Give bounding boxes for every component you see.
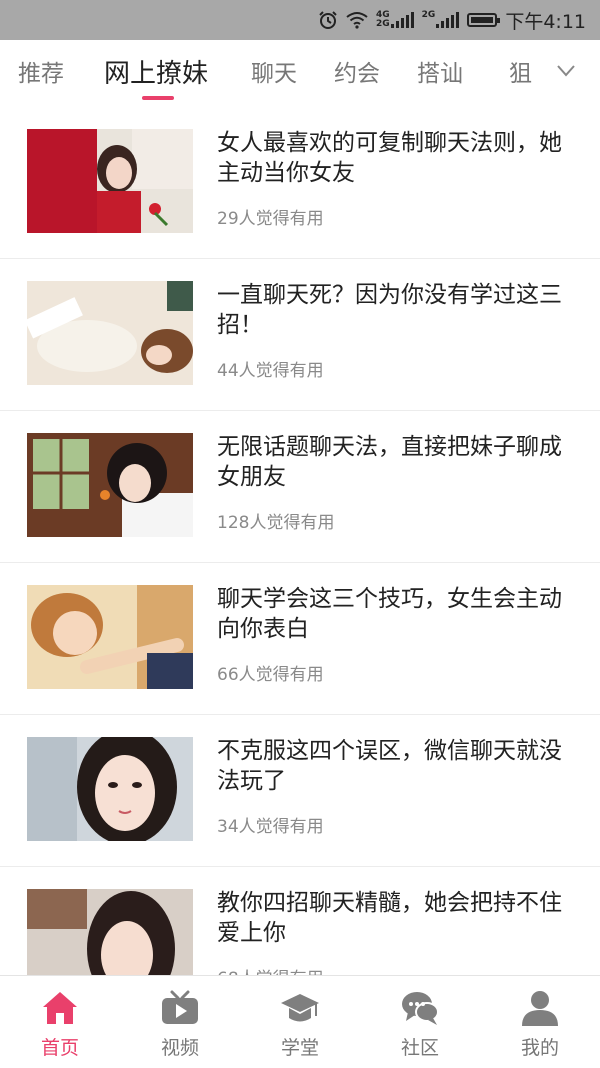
tab-recommend[interactable]: 推荐: [18, 40, 64, 108]
status-time: 下午4:11: [505, 10, 586, 33]
nav-label: 首页: [40, 1037, 79, 1059]
chevron-down-icon[interactable]: [556, 64, 576, 78]
article-likes: 34人觉得有用: [217, 817, 324, 837]
article-item[interactable]: 无限话题聊天法，直接把妹子聊成女朋友 128人觉得有用: [0, 412, 600, 563]
nav-label: 我的: [520, 1037, 559, 1059]
nav-label: 社区: [400, 1037, 439, 1059]
nav-community[interactable]: 社区: [360, 976, 480, 1068]
article-list[interactable]: 女人最喜欢的可复制聊天法则，她主动当你女友 29人觉得有用 一直聊天死？因为你没…: [0, 108, 600, 975]
article-title[interactable]: 女人最喜欢的可复制聊天法则，她主动当你女友: [217, 128, 577, 188]
wifi-icon: [346, 11, 368, 29]
article-title[interactable]: 教你四招聊天精髓，她会把持不住爱上你: [217, 888, 577, 948]
nav-video[interactable]: 视频: [120, 976, 240, 1068]
network-type-bottom: 2G: [376, 19, 390, 29]
article-thumbnail: [27, 889, 193, 975]
battery-icon: [467, 13, 501, 27]
nav-label: 学堂: [280, 1037, 319, 1059]
article-title[interactable]: 聊天学会这三个技巧，女生会主动向你表白: [217, 584, 577, 644]
article-likes: 44人觉得有用: [217, 361, 324, 381]
article-likes: 68人觉得有用: [217, 964, 324, 975]
tab-pickup[interactable]: 搭讪: [417, 40, 463, 108]
article-thumbnail: [27, 585, 193, 689]
article-item[interactable]: 不克服这四个误区，微信聊天就没法玩了 34人觉得有用: [0, 716, 600, 867]
article-title[interactable]: 一直聊天死？因为你没有学过这三招！: [217, 280, 577, 340]
nav-label: 视频: [160, 1037, 199, 1059]
article-item[interactable]: 聊天学会这三个技巧，女生会主动向你表白 66人觉得有用: [0, 564, 600, 715]
article-thumbnail: [27, 129, 193, 233]
article-thumbnail: [27, 737, 193, 841]
article-thumbnail: [27, 281, 193, 385]
article-thumbnail: [27, 433, 193, 537]
graduation-cap-icon: [281, 994, 319, 1022]
status-icons: 4G 2G 2G 下午4:11: [318, 0, 586, 40]
article-item[interactable]: 教你四招聊天精髓，她会把持不住爱上你 68人觉得有用: [0, 868, 600, 975]
nav-profile[interactable]: 我的: [480, 976, 600, 1068]
signal-icon-2: 2G: [422, 11, 460, 29]
tab-partial[interactable]: 狙: [509, 40, 532, 108]
signal-icon: 4G 2G: [376, 11, 414, 29]
nav-school[interactable]: 学堂: [240, 976, 360, 1068]
user-icon: [522, 991, 558, 1026]
tab-dating[interactable]: 约会: [334, 40, 380, 108]
tab-chat[interactable]: 聊天: [251, 40, 297, 108]
article-likes: 128人觉得有用: [217, 513, 335, 533]
article-likes: 29人觉得有用: [217, 209, 324, 229]
home-icon: [43, 992, 77, 1024]
article-likes: 66人觉得有用: [217, 665, 324, 685]
active-tab-indicator: [142, 96, 174, 100]
chat-bubbles-icon: [402, 992, 439, 1025]
article-title[interactable]: 不克服这四个误区，微信聊天就没法玩了: [217, 736, 577, 796]
status-bar: 4G 2G 2G 下午4:11: [0, 0, 600, 40]
alarm-icon: [318, 10, 338, 30]
article-item[interactable]: 女人最喜欢的可复制聊天法则，她主动当你女友 29人觉得有用: [0, 108, 600, 259]
article-item[interactable]: 一直聊天死？因为你没有学过这三招！ 44人觉得有用: [0, 260, 600, 411]
bottom-navigation: 首页 视频 学堂 社区 我的: [0, 975, 600, 1068]
category-tab-bar: 推荐 网上撩妹 聊天 约会 搭讪 狙: [0, 40, 600, 108]
article-title[interactable]: 无限话题聊天法，直接把妹子聊成女朋友: [217, 432, 577, 492]
video-icon: [162, 990, 198, 1024]
nav-home[interactable]: 首页: [0, 976, 120, 1068]
